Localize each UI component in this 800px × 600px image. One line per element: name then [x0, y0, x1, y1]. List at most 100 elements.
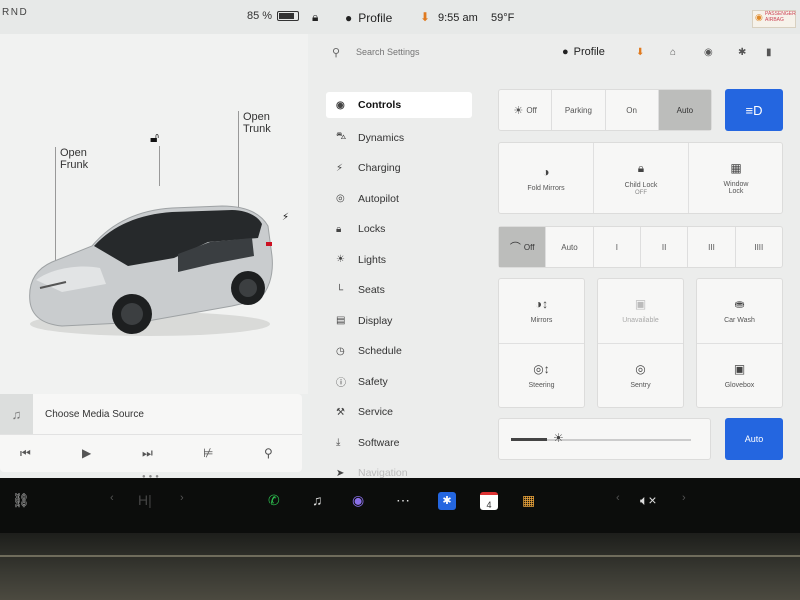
- charge-port-bolt-icon[interactable]: ⚡︎: [282, 212, 289, 223]
- left-arrow-icon[interactable]: ‹: [110, 492, 114, 504]
- unavailable-label: Unavailable: [622, 317, 659, 324]
- search-settings-input[interactable]: [354, 46, 518, 58]
- wipers-option-iii[interactable]: III: [688, 227, 736, 267]
- nav-item-autopilot[interactable]: ◎ Autopilot: [326, 184, 472, 215]
- steering-button[interactable]: ◎↕ Steering: [498, 343, 585, 408]
- signal-icon: ▮: [766, 47, 772, 58]
- battery-icon: [277, 11, 300, 21]
- nav-item-navigation[interactable]: ➤ Navigation: [326, 458, 472, 478]
- download-icon[interactable]: ⬇: [420, 10, 430, 24]
- nav-item-controls[interactable]: ◉ Controls: [326, 92, 472, 118]
- lights-option-label: Parking: [564, 105, 592, 115]
- equalizer-icon[interactable]: ⊭: [203, 446, 213, 460]
- wipers-option-label: IIII: [754, 242, 764, 252]
- wipers-option-ii[interactable]: II: [641, 227, 689, 267]
- download-icon[interactable]: ⬇: [636, 47, 644, 58]
- steering-wheel-icon: ◎: [336, 193, 345, 205]
- sentry-icon: ◎: [635, 362, 646, 376]
- nav-item-display[interactable]: ▤ Display: [326, 306, 472, 337]
- wipers-option-label: I: [615, 242, 618, 252]
- display-icon: ▤: [336, 315, 346, 327]
- nav-item-label: Autopilot: [358, 192, 399, 205]
- wrench-icon: ⚒: [336, 406, 345, 418]
- toybox-icon[interactable]: ▦: [522, 492, 535, 509]
- nav-item-service[interactable]: ⚒ Service: [326, 397, 472, 428]
- unavailable-button: ▣ Unavailable: [597, 278, 684, 343]
- wipers-option-iiii[interactable]: IIII: [736, 227, 782, 267]
- play-icon[interactable]: ▶︎: [82, 446, 91, 460]
- nav-item-lights[interactable]: ☀︎ Lights: [326, 245, 472, 276]
- car-wash-button[interactable]: ⛂ Car Wash: [696, 278, 783, 343]
- nav-item-label: Safety: [358, 375, 388, 388]
- nav-item-safety[interactable]: ⓘ Safety: [326, 367, 472, 398]
- wipers-option-auto[interactable]: Auto: [546, 227, 594, 267]
- mute-icon[interactable]: 🔈︎×: [640, 492, 657, 509]
- lights-option-auto[interactable]: Auto: [658, 90, 711, 130]
- climate-icon[interactable]: H|: [138, 492, 152, 508]
- nav-item-label: Charging: [358, 162, 401, 175]
- clock: 9:55 am: [438, 12, 478, 24]
- steering-adjust-icon: ◎↕: [533, 362, 550, 376]
- headlight-beam-button[interactable]: ≡D: [725, 89, 783, 131]
- music-icon[interactable]: ♫: [312, 492, 323, 508]
- settings-nav: ◉ Controls ⛍ Dynamics ⚡︎ Charging ◎ Autopilot 🔒︎…: [326, 92, 472, 478]
- lights-option-label: Auto: [676, 105, 694, 115]
- profile-button[interactable]: ● Profile: [345, 11, 392, 25]
- volume-up-icon[interactable]: ›: [682, 492, 686, 504]
- child-lock-label: Child Lock: [624, 181, 658, 189]
- window-lock-button[interactable]: ▦ Window Lock: [689, 143, 783, 213]
- bluetooth-app-icon[interactable]: ✱: [438, 492, 456, 510]
- nav-item-dynamics[interactable]: ⛍ Dynamics: [326, 123, 472, 154]
- brightness-sun-icon[interactable]: ☀︎: [553, 431, 564, 445]
- glovebox-button[interactable]: ▣ Glovebox: [696, 343, 783, 408]
- bluetooth-icon[interactable]: ✱: [738, 47, 746, 58]
- child-lock-button[interactable]: 🔒︎ Child Lock OFF: [594, 143, 688, 213]
- phone-icon[interactable]: ✆: [268, 492, 280, 509]
- wipers-option-off[interactable]: ⌒ Off: [499, 227, 547, 267]
- headlights-selector: ☀︎ Off Parking On Auto: [498, 89, 712, 131]
- lock-icon[interactable]: 🔒︎: [312, 10, 318, 25]
- nav-item-software[interactable]: ⤓ Software: [326, 428, 472, 459]
- right-arrow-icon[interactable]: ›: [180, 492, 184, 504]
- open-frunk-button[interactable]: Open Frunk: [60, 147, 88, 171]
- touchscreen: RND 85 % 🔒︎ ● Profile ⬇ 9:55 am 59°F ◉ P…: [0, 0, 800, 478]
- person-icon: ●: [345, 11, 353, 25]
- brightness-auto-button[interactable]: Auto: [725, 418, 783, 460]
- quick-controls-panel: ◑ Fold Mirrors 🔒︎ Child Lock OFF ▦ Windo…: [498, 142, 783, 214]
- wipers-option-i[interactable]: I: [594, 227, 641, 267]
- unlocked-icon[interactable]: 🔓︎: [150, 129, 159, 146]
- open-trunk-button[interactable]: Open Trunk: [243, 111, 271, 135]
- car-icon[interactable]: ⛓: [12, 492, 30, 509]
- bell-icon[interactable]: ◉: [704, 47, 713, 58]
- airbag-text: PASSENGER AIRBAG: [765, 11, 796, 23]
- steering-label: Steering: [528, 382, 555, 389]
- lights-option-parking[interactable]: Parking: [552, 90, 606, 130]
- next-icon[interactable]: ⏭︎: [142, 446, 153, 461]
- more-apps-icon[interactable]: ⋯: [396, 492, 410, 509]
- lights-option-off[interactable]: ☀︎ Off: [499, 90, 553, 130]
- nav-item-locks[interactable]: 🔒︎ Locks: [326, 214, 472, 245]
- lights-option-on[interactable]: On: [606, 90, 659, 130]
- search-icon[interactable]: ⚲: [264, 446, 273, 460]
- sentry-button[interactable]: ◎ Sentry: [597, 343, 684, 408]
- info-icon: ⓘ: [336, 378, 346, 390]
- calendar-icon[interactable]: 4: [480, 492, 498, 510]
- fold-mirrors-button[interactable]: ◑ Fold Mirrors: [499, 143, 593, 213]
- choose-media-source-button[interactable]: Choose Media Source: [45, 409, 144, 420]
- previous-icon[interactable]: ⏮︎: [20, 446, 31, 461]
- clock-icon: ◷: [336, 345, 345, 357]
- camera-icon[interactable]: ◉: [352, 492, 364, 509]
- brightness-fill: [511, 438, 547, 441]
- mirrors-button[interactable]: ◑↕ Mirrors: [498, 278, 585, 343]
- nav-item-label: Controls: [358, 99, 402, 111]
- nav-item-seats[interactable]: └ Seats: [326, 275, 472, 306]
- headlights-segments: ☀︎ Off Parking On Auto: [499, 90, 711, 130]
- volume-down-icon[interactable]: ‹: [616, 492, 620, 504]
- window-lock-label: Window Lock: [723, 181, 749, 195]
- nav-item-charging[interactable]: ⚡︎ Charging: [326, 153, 472, 184]
- toggle-icon: ◉: [336, 99, 345, 111]
- garage-icon[interactable]: ⌂: [670, 47, 676, 58]
- nav-item-schedule[interactable]: ◷ Schedule: [326, 336, 472, 367]
- outside-temperature: 59°F: [491, 12, 515, 24]
- settings-profile-button[interactable]: ● Profile: [562, 46, 605, 58]
